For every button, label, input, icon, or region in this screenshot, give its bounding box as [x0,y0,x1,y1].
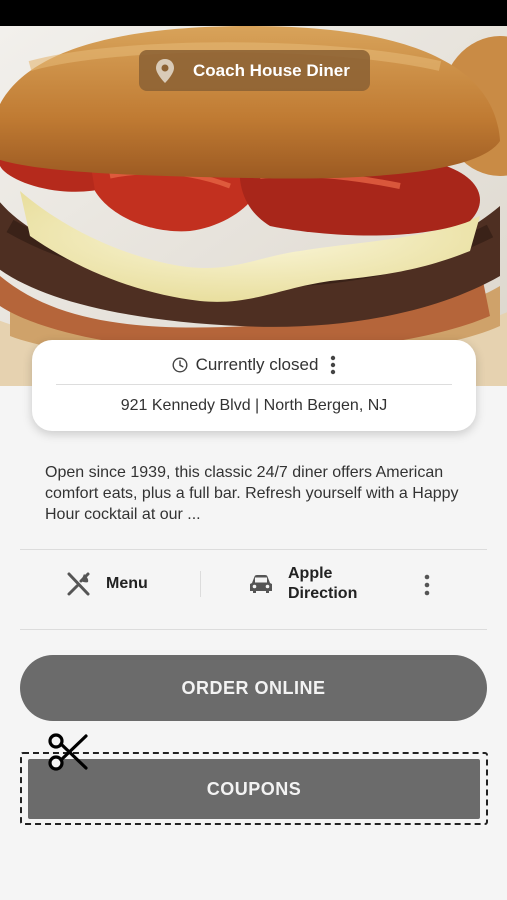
apple-direction-label: Apple Direction [288,565,358,602]
divider-bottom [20,629,487,630]
app-screen: Coach House Diner Currently closed 921 K… [0,0,507,900]
open-status-text: Currently closed [195,355,319,374]
fork-knife-icon [67,572,90,596]
divider-top [20,549,487,550]
address-text: 921 Kennedy Blvd | North Bergen, NJ [120,397,388,414]
status-bar [0,0,507,26]
menu-label: Menu [106,575,148,592]
open-status-row[interactable]: Currently closed [32,352,476,378]
info-card: Currently closed 921 Kennedy Blvd | Nort… [32,340,476,431]
apple-direction-button[interactable]: Apple Direction [248,563,388,605]
action-row: Menu Apple Direction [20,551,487,629]
order-online-button[interactable]: ORDER ONLINE [20,655,487,721]
location-pin-icon [156,58,174,83]
coupon-dashed-border: COUPONS [20,752,488,825]
restaurant-name: Coach House Diner [193,60,350,80]
action-separator [200,571,201,597]
restaurant-description: Open since 1939, this classic 24/7 diner… [45,464,459,523]
location-pill[interactable]: Coach House Diner [139,50,370,91]
card-divider [56,384,452,385]
menu-button[interactable]: Menu [66,569,148,599]
clock-icon [172,357,188,373]
car-icon [250,575,272,593]
scissors-icon [48,733,88,771]
coupons-button[interactable]: COUPONS [28,759,480,819]
more-options-icon[interactable] [422,573,432,597]
kebab-menu-icon[interactable] [330,355,336,375]
